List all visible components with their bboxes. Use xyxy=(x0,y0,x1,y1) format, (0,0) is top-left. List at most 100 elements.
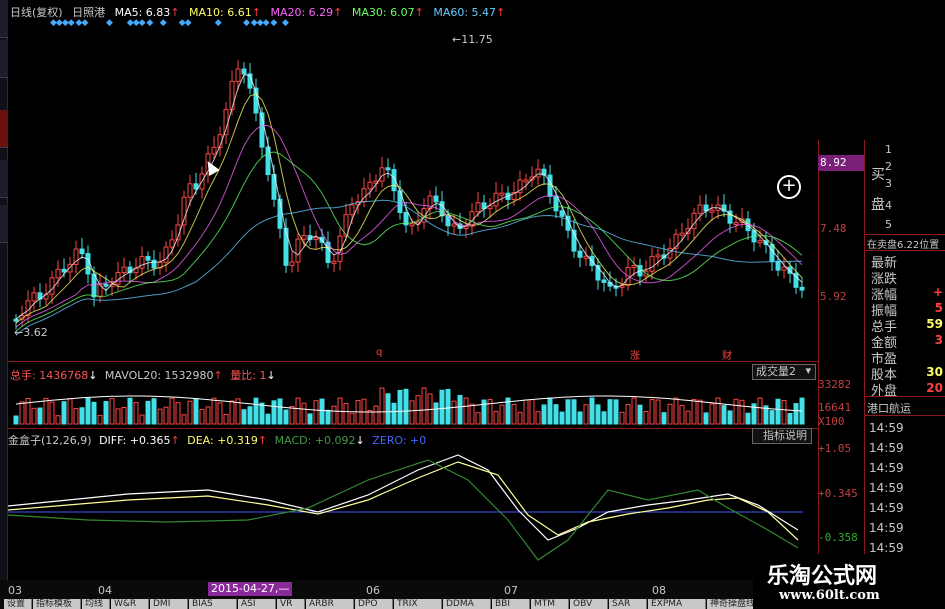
indicator-tab[interactable]: DMI xyxy=(150,599,188,609)
volume-bar xyxy=(397,389,403,425)
zero-label: ZERO: +0 xyxy=(372,434,427,447)
macd-header: 金盒子(12,26,9) DIFF: +0.365↑ DEA: +0.319↑ … xyxy=(8,432,426,448)
candle xyxy=(385,167,391,171)
candle xyxy=(553,195,559,212)
indicator-tab[interactable]: TRIX xyxy=(394,599,442,609)
volume-bar xyxy=(559,411,565,425)
volume-bar xyxy=(781,399,787,425)
chart-canvas[interactable] xyxy=(8,0,818,580)
volume-bar xyxy=(205,406,211,425)
dea-label: DEA: +0.319 xyxy=(187,434,258,447)
book-side-label: 盘 xyxy=(871,197,885,213)
volume-bar xyxy=(583,404,589,425)
volume-bar xyxy=(691,398,697,425)
volume-bar xyxy=(769,410,775,425)
left-tab-2[interactable] xyxy=(0,40,8,78)
candle xyxy=(331,260,337,264)
indicator-tab[interactable]: 指标模板 xyxy=(33,599,81,609)
volume-indicator-select[interactable]: 成交量2 ▾ xyxy=(752,364,816,380)
volume-bar xyxy=(289,405,295,425)
event-marker[interactable]: 财 xyxy=(722,347,732,362)
indicator-tab[interactable]: W&R xyxy=(111,599,149,609)
volume-bar xyxy=(31,407,37,425)
volume-bar xyxy=(253,397,259,425)
up-arrow-icon: ↑ xyxy=(213,369,223,382)
indicator-tab[interactable]: MTM xyxy=(531,599,569,609)
volume-bar xyxy=(619,411,625,425)
candle xyxy=(559,210,565,217)
volume-bar xyxy=(61,401,67,425)
indicator-tab[interactable]: BBI xyxy=(492,599,530,609)
chevron-down-icon: ▾ xyxy=(805,364,811,377)
indicator-tab[interactable]: OBV xyxy=(570,599,608,609)
volume-bars xyxy=(13,387,805,425)
left-tab-active[interactable] xyxy=(0,110,8,148)
volume-bar xyxy=(793,403,799,425)
zoom-in-icon[interactable]: + xyxy=(777,175,801,199)
volume-bar xyxy=(163,406,169,425)
indicator-tab[interactable]: EXPMA xyxy=(648,599,706,609)
volume-bar xyxy=(607,399,613,425)
event-marker[interactable]: 涨 xyxy=(630,347,640,362)
level-label: 2 xyxy=(885,160,892,173)
volume-bar xyxy=(331,405,337,425)
left-tab-1[interactable] xyxy=(0,0,8,38)
candle xyxy=(61,268,67,273)
indicator-tab[interactable]: BIAS xyxy=(189,599,237,609)
indicator-help-button[interactable]: 指标说明 xyxy=(752,428,812,444)
volume-bar xyxy=(421,387,427,425)
volume-bar xyxy=(223,413,229,425)
cursor-date-label: 2015-04-27,— xyxy=(208,582,293,596)
volume-header: 总手: 1436768↓ MAVOL20: 1532980↑ 量比: 1↓ xyxy=(10,367,276,383)
candle xyxy=(91,273,97,298)
indicator-tab[interactable]: 均线 xyxy=(82,599,110,609)
volume-bar xyxy=(727,410,733,425)
indicator-tab[interactable]: DPO xyxy=(355,599,393,609)
event-marker[interactable]: q xyxy=(376,347,382,358)
volume-bar xyxy=(145,400,151,425)
volume-bar xyxy=(529,399,535,425)
volume-bar xyxy=(241,409,247,425)
candle xyxy=(733,221,739,225)
watermark: 乐淘公式网 www.60lt.com xyxy=(753,554,945,609)
volume-bar xyxy=(625,403,631,425)
left-tab-4[interactable] xyxy=(0,205,8,243)
volume-bar xyxy=(541,404,547,425)
volume-bar xyxy=(295,397,301,425)
macd-lines xyxy=(8,454,803,561)
candle xyxy=(535,168,541,178)
volume-bar xyxy=(613,399,619,425)
candle xyxy=(775,260,781,271)
volume-axis-label: 33282 xyxy=(818,378,852,391)
indicator-tab[interactable]: SAR xyxy=(609,599,647,609)
industry-label[interactable]: 港口航运 xyxy=(867,400,911,416)
volume-bar xyxy=(217,402,223,425)
volume-bar xyxy=(103,401,109,425)
left-tab-3[interactable] xyxy=(0,160,8,198)
volume-bar xyxy=(37,407,43,425)
candle xyxy=(121,266,127,273)
candle xyxy=(697,204,703,214)
candle xyxy=(139,256,145,269)
low-price-label: ←3.62 xyxy=(14,326,48,339)
level-label: 1 xyxy=(885,143,892,156)
indicator-tab[interactable]: DDMA xyxy=(443,599,491,609)
divider xyxy=(818,140,819,580)
indicator-tab[interactable]: ASI xyxy=(238,599,276,609)
indicator-tab[interactable]: 设置 xyxy=(4,599,32,609)
indicator-tab[interactable]: VR xyxy=(277,599,305,609)
indicator-tab[interactable]: ARBR xyxy=(306,599,354,609)
volume-bar xyxy=(493,410,499,425)
candle xyxy=(211,146,217,155)
volume-axis-label: X100 xyxy=(818,415,845,428)
candle xyxy=(103,283,109,287)
volume-bar xyxy=(553,404,559,425)
volume-bar xyxy=(673,397,679,425)
candle xyxy=(187,183,193,198)
candle xyxy=(49,277,55,295)
candle xyxy=(55,268,61,279)
volume-bar xyxy=(463,397,469,425)
volume-bar xyxy=(697,399,703,425)
candle xyxy=(79,248,85,255)
quote-panel: 买 盘 1 2 3 4 5 在卖盘6.22位置 最新 涨跌 涨幅 + 振幅 5 总手 59 金额… xyxy=(864,140,945,580)
